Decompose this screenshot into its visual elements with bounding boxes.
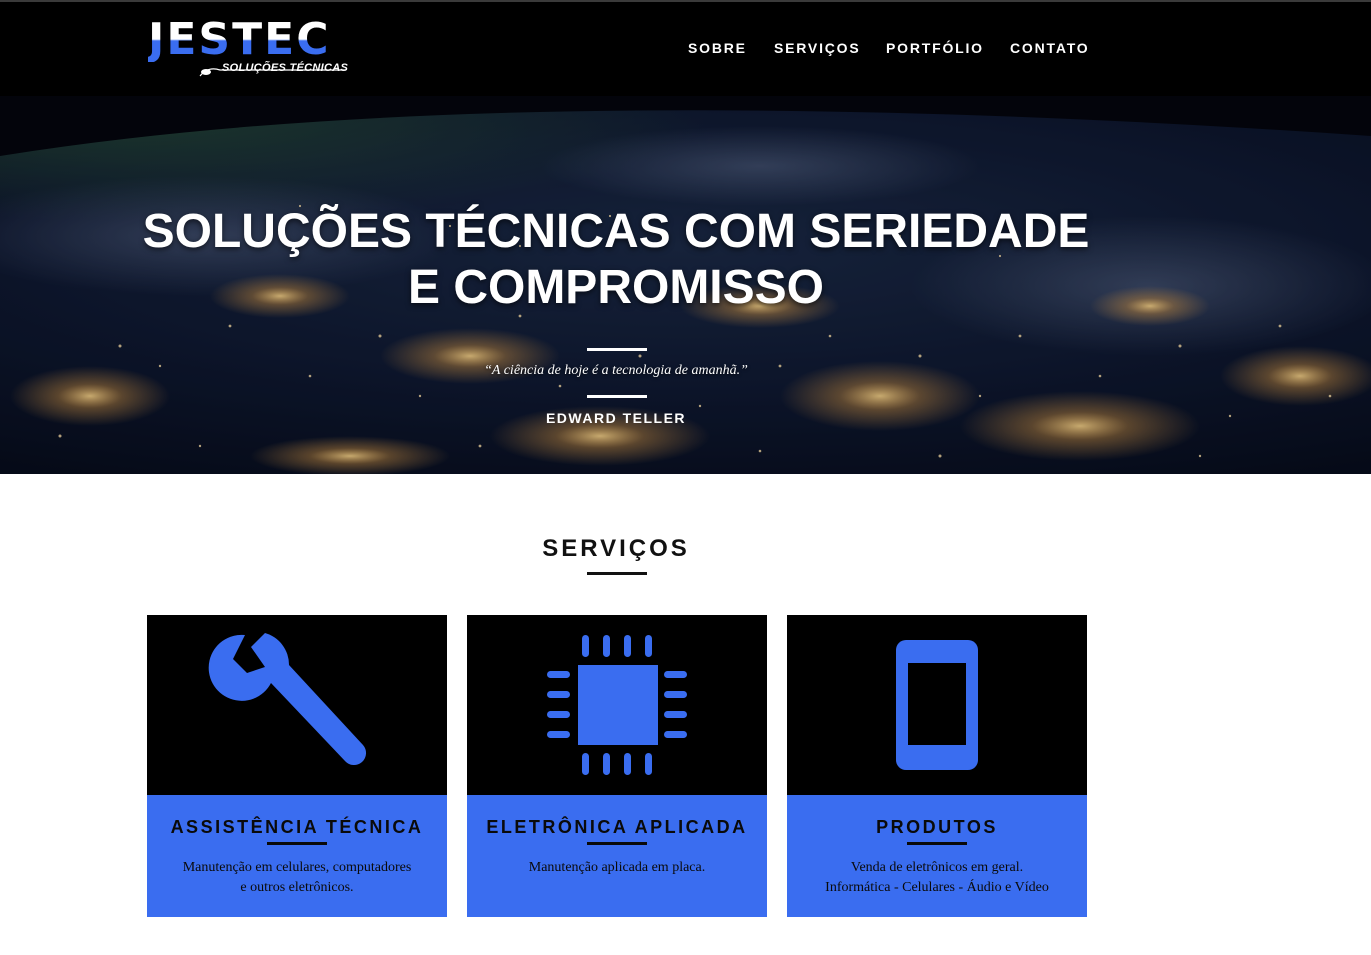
smartphone-icon	[896, 640, 978, 770]
hero-divider-top	[587, 348, 647, 351]
hero-quote: “A ciência de hoje é a tecnologia de ama…	[484, 363, 748, 378]
nav-link-servicos[interactable]: SERVIÇOS	[774, 40, 861, 56]
service-card-title: ELETRÔNICA APLICADA	[486, 817, 748, 837]
service-card-description: Venda de eletrônicos em geral. Informáti…	[825, 860, 1049, 895]
logo-tagline: SOLUÇÕES TÉCNICAS	[222, 62, 349, 74]
service-card-divider	[587, 842, 647, 845]
hero-divider-bottom	[587, 395, 647, 398]
service-card-divider	[267, 842, 327, 845]
chip-icon	[547, 635, 687, 775]
hero-title: SOLUÇÕES TÉCNICAS COM SERIEDADE E COMPRO…	[120, 204, 1112, 316]
wrench-icon	[208, 633, 367, 766]
hero-title-line1: SOLUÇÕES TÉCNICAS COM SERIEDADE	[142, 205, 1090, 258]
service-card-description: Manutenção aplicada em placa.	[528, 860, 706, 875]
service-card-assistencia[interactable]: ASSISTÊNCIA TÉCNICA Manutenção em celula…	[147, 615, 447, 917]
service-card-title: ASSISTÊNCIA TÉCNICA	[170, 817, 424, 837]
hero-banner: SOLUÇÕES TÉCNICAS COM SERIEDADE E COMPRO…	[0, 96, 1371, 474]
service-card-title: PRODUTOS	[876, 817, 998, 837]
hero-quote-author: EDWARD TELLER	[545, 410, 687, 426]
nav-link-contato[interactable]: CONTATO	[1010, 40, 1089, 56]
nav-menu: SOBRE SERVIÇOS PORTFÓLIO CONTATO	[0, 40, 1371, 60]
services-divider	[587, 572, 647, 575]
service-card-eletronica[interactable]: ELETRÔNICA APLICADA Manutenção aplicada …	[467, 615, 767, 917]
nav-link-portfolio[interactable]: PORTFÓLIO	[886, 40, 984, 56]
services-title: SERVIÇOS	[542, 535, 690, 562]
service-card-produtos[interactable]: PRODUTOS Venda de eletrônicos em geral. …	[787, 615, 1087, 917]
nav-link-sobre[interactable]: SOBRE	[688, 40, 747, 56]
navbar: JESTEC SOLUÇÕES TÉCNICAS SOBRE SERVIÇOS …	[0, 0, 1371, 96]
service-card-description: Manutenção em celulares, computadores e …	[182, 860, 412, 895]
hero-title-line2: E COMPROMISSO	[407, 261, 825, 314]
service-card-divider	[907, 842, 967, 845]
